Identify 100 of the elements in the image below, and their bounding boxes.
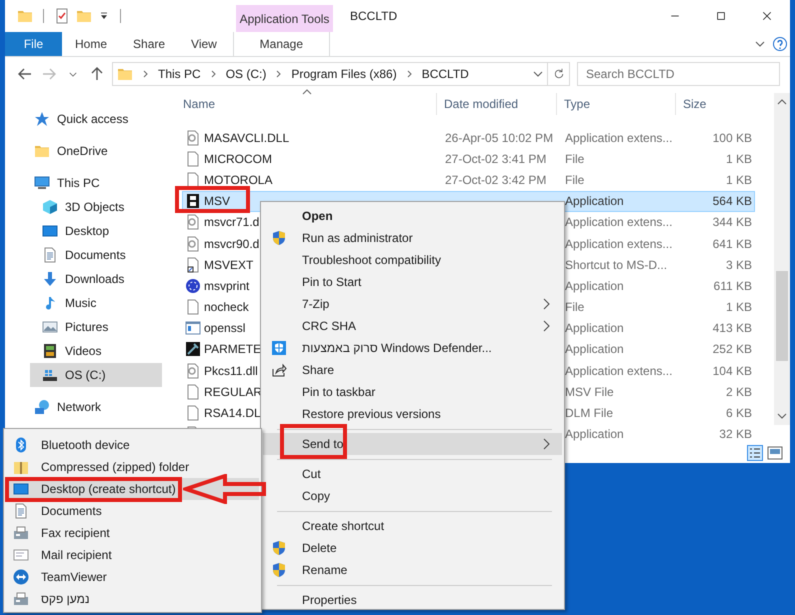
ribbon-tab[interactable]: Share [120,32,178,56]
menu-item[interactable]: Documents [6,500,259,522]
forward-arrow-icon [41,66,57,82]
large-icons-view-button[interactable] [766,444,784,462]
menu-item[interactable]: Fax recipient [6,522,259,544]
menu-item[interactable]: Bluetooth device [6,434,259,456]
ribbon-tab[interactable]: View [178,32,230,56]
maximize-icon [715,10,727,22]
menu-item[interactable]: Create shortcut [263,515,562,537]
nav-item[interactable]: Documents [30,243,162,267]
network-icon [34,399,50,415]
column-header[interactable]: Type [564,97,590,111]
help-icon [772,36,788,52]
menu-item[interactable]: סרוק באמצעות Windows Defender... [263,337,562,359]
fax-icon [13,591,29,607]
file-name[interactable]: Pkcs11.dll [204,364,258,378]
menu-item[interactable]: Mail recipient [6,544,259,566]
window-title: BCCLTD [350,9,398,23]
menu-item[interactable]: CRC SHA [263,315,562,337]
nav-item[interactable]: OS (C:) [30,363,162,387]
breadcrumb[interactable]: BCCLTD [422,67,469,81]
ribbon-tab[interactable]: Manage [232,32,330,56]
file-name[interactable]: msvcr71.d [204,215,260,230]
column-header[interactable]: Name [183,97,216,111]
menu-item[interactable]: Troubleshoot compatibility [263,249,562,271]
nav-item[interactable]: Music [30,291,162,315]
nav-item[interactable]: Downloads [30,267,162,291]
star-icon [34,111,50,127]
table-cell: 27-Oct-02 3:42 PM [445,172,546,187]
menu-item[interactable]: Cut [263,463,562,485]
menu-item[interactable]: TeamViewer [6,566,259,588]
column-header[interactable]: Date modified [444,97,518,111]
cube-icon [42,199,58,215]
file-name[interactable]: RSA14.DL [204,406,261,420]
fax-icon [13,525,29,541]
table-cell: Application extens... [565,130,672,145]
close-icon [761,10,773,22]
chevron-down-icon [533,71,543,77]
chevron-up-icon [777,99,787,105]
nav-item[interactable]: Quick access [30,107,162,131]
nav-item[interactable]: Desktop [30,219,162,243]
file-name[interactable]: MOTOROLA [204,172,272,187]
file-name[interactable]: MASAVCLI.DLL [204,130,290,145]
scrollbar[interactable] [774,93,790,425]
refresh-button[interactable] [548,62,570,86]
nav-item[interactable]: Videos [30,339,162,363]
down-arrow-icon [42,271,58,287]
nav-item[interactable]: This PC [30,171,162,195]
file-name[interactable]: MSV [204,194,230,208]
file-name[interactable]: REGULAR [204,384,262,399]
share-icon [271,362,287,378]
menu-item[interactable]: Open [263,205,562,227]
ribbon-tab[interactable]: File [5,32,62,56]
folder-icon [117,66,133,82]
menu-item[interactable]: Pin to Start [263,271,562,293]
table-cell: File [565,152,584,166]
table-cell: Application [565,342,624,356]
file-name[interactable]: MICROCOM [204,152,272,166]
menu-item[interactable]: Restore previous versions [263,403,562,425]
menu-item[interactable]: Properties [263,589,562,611]
menu-item[interactable]: Pin to taskbar [263,381,562,403]
menu-item[interactable]: Delete [263,537,562,559]
file-name[interactable]: openssl [204,321,246,336]
file-name[interactable]: msvcr90.d [204,236,260,251]
file-name[interactable]: nocheck [204,300,249,314]
table-cell: 2 KB [726,384,752,399]
table-cell: 104 KB [712,364,752,378]
file-name[interactable]: MSVEXT [204,258,254,272]
nav-item[interactable]: 3D Objects [30,195,162,219]
scroll-thumb[interactable] [776,271,788,361]
breadcrumb[interactable]: This PC [158,67,201,81]
file-name[interactable]: msvprint [204,278,250,293]
table-cell: MSV File [565,384,614,399]
monitor-icon [13,481,29,497]
menu-item[interactable]: 7-Zip [263,293,562,315]
menu-item[interactable]: Rename [263,559,562,581]
ribbon-tab[interactable]: Home [62,32,120,56]
table-cell: DLM File [565,406,614,420]
menu-item[interactable]: Copy [263,485,562,507]
file-name[interactable]: PARMETE [204,342,262,356]
menu-item[interactable]: Run as administrator [263,227,562,249]
menu-item[interactable]: Compressed (zipped) folder [6,456,259,478]
nav-item[interactable]: Pictures [30,315,162,339]
breadcrumb[interactable]: Program Files (x86) [291,67,397,81]
address-field[interactable]: This PC OS (C:) Program Files (x86) BCCLTD [112,62,548,86]
zipped-folder-icon [13,459,29,475]
shield-icon [271,230,287,246]
picture-icon [42,319,58,335]
details-view-button[interactable] [746,444,764,462]
search-field[interactable]: Search BCCLTD [577,62,780,86]
table-cell: 252 KB [712,342,752,356]
up-arrow-icon [89,66,105,82]
nav-item[interactable]: Network [30,395,162,419]
breadcrumb[interactable]: OS (C:) [226,67,266,81]
menu-item[interactable]: Share [263,359,562,381]
app-icon [185,193,201,210]
menu-item[interactable]: נמען פקס [6,588,259,610]
nav-item[interactable]: OneDrive [30,139,162,163]
column-header[interactable]: Size [683,97,706,111]
menu-item[interactable]: Send to [263,433,562,455]
